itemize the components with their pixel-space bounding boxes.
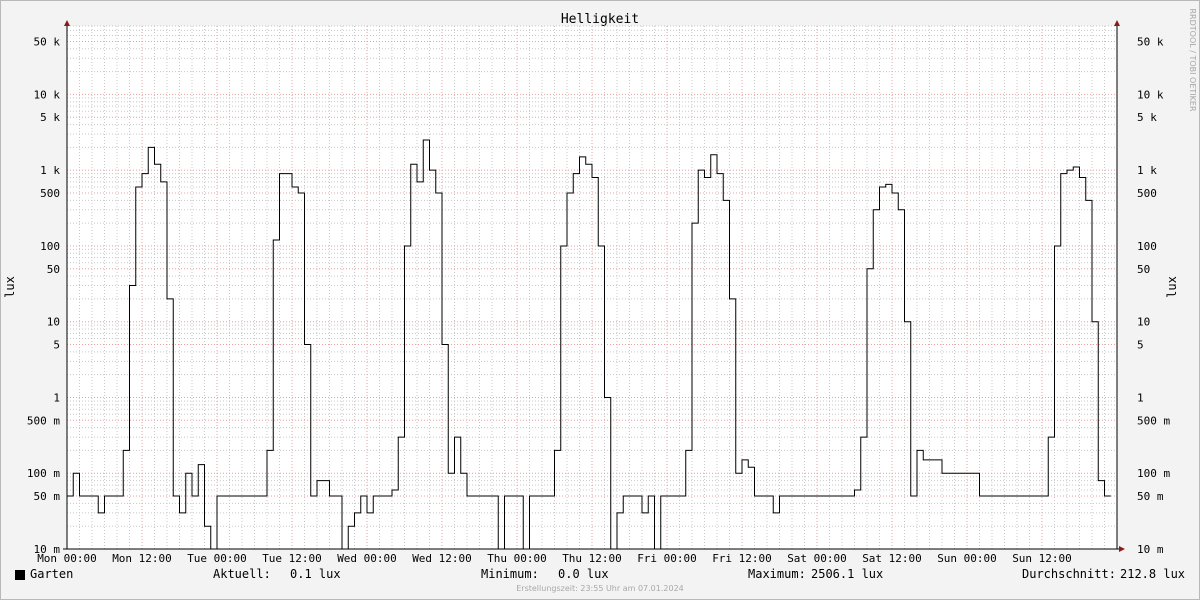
legend-stat-max-value: 2506.1 lux bbox=[811, 567, 884, 581]
brightness-chart: Helligkeit 10 m 50 m 100 m 500 m 1 5 10 50 100 50… bbox=[3, 8, 1197, 565]
legend-row: Garten Aktuell: 0.1 lux Minimum: 0.0 lux… bbox=[0, 567, 1200, 583]
x-tick-label: Tue 12:00 bbox=[262, 552, 322, 565]
y-axis-label-left: lux bbox=[3, 276, 17, 298]
legend-stat-avg-label: Durchschnitt: bbox=[1022, 567, 1116, 581]
y-tick-label-left: 100 m bbox=[27, 467, 60, 480]
x-tick-label: Wed 12:00 bbox=[412, 552, 472, 565]
x-axis-arrow bbox=[1119, 546, 1125, 552]
x-tick-label: Fri 00:00 bbox=[637, 552, 697, 565]
x-tick-label: Fri 12:00 bbox=[712, 552, 772, 565]
y-tick-label-left: 1 bbox=[53, 391, 60, 404]
y-axis-label-right: lux bbox=[1165, 276, 1179, 298]
y-tick-label-right: 10 m bbox=[1137, 543, 1164, 556]
x-tick-label: Sat 00:00 bbox=[787, 552, 847, 565]
y-tick-label-right: 50 bbox=[1137, 263, 1150, 276]
y-tick-label-right: 50 m bbox=[1137, 490, 1164, 503]
legend-series-name: Garten bbox=[30, 567, 74, 581]
legend-stat-max-label: Maximum: bbox=[748, 567, 806, 581]
legend-stat-current-label: Aktuell: bbox=[213, 567, 271, 581]
y-tick-labels-left: 10 m50 m100 m500 m1510501005001 k5 k10 k… bbox=[27, 35, 60, 556]
y-axis-right-arrow bbox=[1114, 20, 1120, 26]
footer-timestamp: Erstellungszeit: 23:55 Uhr am 07.01.2024 bbox=[516, 584, 684, 593]
y-tick-label-left: 500 m bbox=[27, 414, 60, 427]
y-tick-label-left: 100 bbox=[40, 240, 60, 253]
x-tick-label: Thu 12:00 bbox=[562, 552, 622, 565]
x-tick-label: Tue 00:00 bbox=[187, 552, 247, 565]
x-tick-label: Sun 12:00 bbox=[1012, 552, 1072, 565]
y-tick-label-right: 10 k bbox=[1137, 88, 1164, 101]
y-tick-label-left: 50 bbox=[47, 263, 60, 276]
y-tick-label-left: 1 k bbox=[40, 164, 60, 177]
legend-stat-min-label: Minimum: bbox=[481, 567, 539, 581]
legend-stat-min-value: 0.0 lux bbox=[558, 567, 609, 581]
y-tick-label-right: 100 m bbox=[1137, 467, 1170, 480]
x-tick-label: Sat 12:00 bbox=[862, 552, 922, 565]
y-tick-label-right: 5 k bbox=[1137, 111, 1157, 124]
y-axis-left-arrow bbox=[64, 20, 70, 26]
x-tick-label: Thu 00:00 bbox=[487, 552, 547, 565]
x-tick-label: Wed 00:00 bbox=[337, 552, 397, 565]
y-tick-label-right: 500 m bbox=[1137, 414, 1170, 427]
y-tick-label-left: 10 bbox=[47, 316, 60, 329]
y-tick-label-left: 50 k bbox=[34, 35, 61, 48]
legend-stat-avg-value: 212.8 lux bbox=[1120, 567, 1186, 581]
x-tick-label: Sun 00:00 bbox=[937, 552, 997, 565]
y-tick-label-right: 500 bbox=[1137, 187, 1157, 200]
y-tick-label-right: 10 bbox=[1137, 316, 1150, 329]
y-tick-label-right: 1 k bbox=[1137, 164, 1157, 177]
x-tick-label: Mon 00:00 bbox=[37, 552, 97, 565]
watermark: RRDTOOL / TOBI OETIKER bbox=[1188, 8, 1197, 111]
y-tick-label-left: 10 k bbox=[34, 88, 61, 101]
y-tick-label-left: 50 m bbox=[34, 490, 61, 503]
x-tick-label: Mon 12:00 bbox=[112, 552, 172, 565]
legend-stat-current-value: 0.1 lux bbox=[290, 567, 341, 581]
chart-title: Helligkeit bbox=[561, 12, 639, 27]
y-tick-label-right: 100 bbox=[1137, 240, 1157, 253]
y-tick-label-left: 5 k bbox=[40, 111, 60, 124]
y-tick-label-right: 1 bbox=[1137, 391, 1144, 404]
y-tick-label-left: 5 bbox=[53, 339, 60, 352]
legend-swatch bbox=[15, 570, 25, 580]
x-tick-labels: Mon 00:00 Mon 12:00 Tue 00:00 Tue 12:00 Wed … bbox=[37, 552, 1072, 565]
y-tick-label-left: 500 bbox=[40, 187, 60, 200]
y-tick-label-right: 5 bbox=[1137, 339, 1144, 352]
y-tick-label-right: 50 k bbox=[1137, 35, 1164, 48]
